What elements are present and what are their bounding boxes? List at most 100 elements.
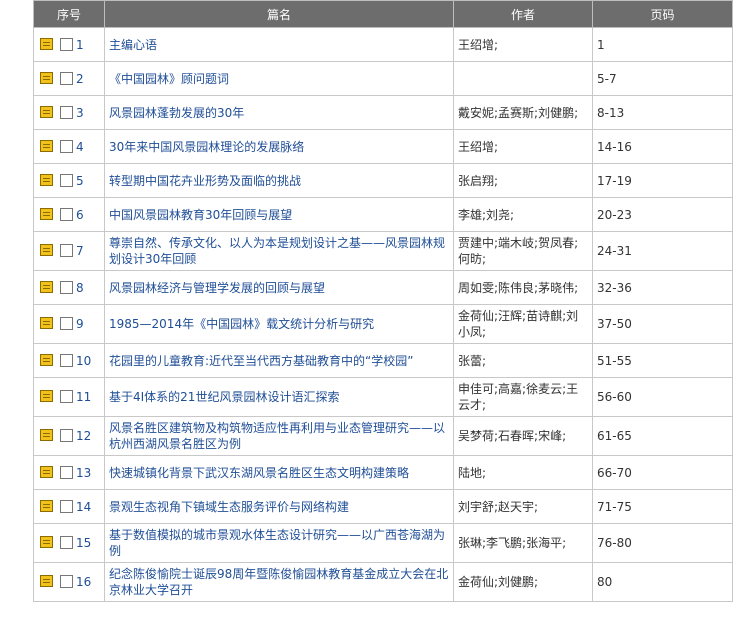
document-icon[interactable]	[40, 536, 53, 548]
table-row: 4 30年来中国风景园林理论的发展脉络 王绍增; 14-16	[33, 129, 733, 164]
row-select-checkbox[interactable]	[60, 536, 73, 549]
row-index: 12	[76, 429, 92, 443]
row-select-checkbox[interactable]	[60, 207, 73, 221]
table-row: 10 花园里的儿童教育:近代至当代西方基础教育中的“学校园” 张蕾; 51-55	[33, 343, 733, 378]
article-title-link[interactable]: 主编心语	[104, 27, 454, 62]
page-range-cell: 76-80	[592, 523, 733, 563]
index-cell: 3	[33, 95, 105, 130]
document-icon[interactable]	[40, 105, 53, 118]
article-title-link[interactable]: 风景名胜区建筑物及构筑物适应性再利用与业态管理研究——以杭州西湖风景名胜区为例	[104, 416, 454, 456]
row-index: 15	[76, 536, 92, 550]
page-range-cell: 37-50	[592, 304, 733, 344]
document-icon[interactable]	[40, 173, 53, 186]
row-index: 6	[76, 207, 84, 222]
article-title-link[interactable]: 尊崇自然、传承文化、以人为本是规划设计之基——风景园林规划设计30年回顾	[104, 231, 454, 271]
article-title-link[interactable]: 风景园林经济与管理学发展的回顾与展望	[104, 270, 454, 305]
author-cell: 吴梦荷;石春晖;宋峰;	[453, 416, 593, 456]
document-icon[interactable]	[40, 353, 53, 366]
row-select-checkbox[interactable]	[60, 71, 73, 85]
document-icon[interactable]	[40, 71, 53, 84]
index-cell: 11	[33, 377, 105, 417]
index-cell: 6	[33, 197, 105, 232]
row-index: 3	[76, 105, 84, 120]
document-icon[interactable]	[40, 465, 53, 478]
row-index: 14	[76, 499, 92, 514]
document-icon[interactable]	[40, 280, 53, 293]
article-title-link[interactable]: 快速城镇化背景下武汉东湖风景名胜区生态文明构建策略	[104, 455, 454, 490]
document-icon[interactable]	[40, 37, 53, 50]
row-select-checkbox[interactable]	[60, 244, 73, 257]
row-index: 1	[76, 37, 84, 52]
table-body: 1 主编心语 王绍增; 1 2 《中国园林》顾问题词 5-7 3 风景园林蓬勃发展的30年 戴安妮…	[33, 27, 733, 602]
row-select-checkbox[interactable]	[60, 353, 73, 367]
row-select-checkbox[interactable]	[60, 139, 73, 153]
row-index: 5	[76, 173, 84, 188]
author-cell: 金荷仙;汪辉;苗诗麒;刘小凤;	[453, 304, 593, 344]
row-select-checkbox[interactable]	[60, 37, 73, 51]
row-select-checkbox[interactable]	[60, 317, 73, 330]
page-range-cell: 80	[592, 562, 733, 602]
table-row: 13 快速城镇化背景下武汉东湖风景名胜区生态文明构建策略 陆地; 66-70	[33, 455, 733, 490]
article-title-link[interactable]: 基于数值模拟的城市景观水体生态设计研究——以广西苍海湖为例	[104, 523, 454, 563]
article-title-link[interactable]: 风景园林蓬勃发展的30年	[104, 95, 454, 130]
article-title-link[interactable]: 景观生态视角下镇域生态服务评价与网络构建	[104, 489, 454, 524]
table-row: 1 主编心语 王绍增; 1	[33, 27, 733, 62]
index-cell: 9	[33, 304, 105, 344]
article-title-link[interactable]: 基于4I体系的21世纪风景园林设计语汇探索	[104, 377, 454, 417]
page-range-cell: 1	[592, 27, 733, 62]
author-cell: 张琳;李飞鹏;张海平;	[453, 523, 593, 563]
document-icon[interactable]	[40, 429, 53, 441]
page-range-cell: 5-7	[592, 61, 733, 96]
document-icon[interactable]	[40, 139, 53, 152]
author-cell: 贾建中;端木岐;贺凤春;何昉;	[453, 231, 593, 271]
article-title-link[interactable]: 中国风景园林教育30年回顾与展望	[104, 197, 454, 232]
table-row: 8 风景园林经济与管理学发展的回顾与展望 周如雯;陈伟良;茅晓伟; 32-36	[33, 270, 733, 305]
row-index: 7	[76, 244, 84, 258]
page-range-cell: 51-55	[592, 343, 733, 378]
table-row: 9 1985—2014年《中国园林》载文统计分析与研究 金荷仙;汪辉;苗诗麒;刘小凤…	[33, 304, 733, 344]
page-range-cell: 24-31	[592, 231, 733, 271]
document-icon[interactable]	[40, 390, 53, 402]
article-title-link[interactable]: 1985—2014年《中国园林》载文统计分析与研究	[104, 304, 454, 344]
page-range-cell: 8-13	[592, 95, 733, 130]
row-select-checkbox[interactable]	[60, 390, 73, 403]
author-cell: 刘宇舒;赵天宇;	[453, 489, 593, 524]
index-cell: 10	[33, 343, 105, 378]
author-cell: 李雄;刘尧;	[453, 197, 593, 232]
document-icon[interactable]	[40, 575, 53, 587]
document-icon[interactable]	[40, 244, 53, 256]
index-cell: 15	[33, 523, 105, 563]
author-cell	[453, 61, 593, 96]
article-title-link[interactable]: 《中国园林》顾问题词	[104, 61, 454, 96]
article-title-link[interactable]: 纪念陈俊愉院士诞辰98周年暨陈俊愉园林教育基金成立大会在北京林业大学召开	[104, 562, 454, 602]
row-select-checkbox[interactable]	[60, 280, 73, 294]
article-title-link[interactable]: 花园里的儿童教育:近代至当代西方基础教育中的“学校园”	[104, 343, 454, 378]
document-icon[interactable]	[40, 499, 53, 512]
index-cell: 13	[33, 455, 105, 490]
row-select-checkbox[interactable]	[60, 575, 73, 588]
row-index: 8	[76, 280, 84, 295]
table-row: 5 转型期中国花卉业形势及面临的挑战 张启翔; 17-19	[33, 163, 733, 198]
index-cell: 2	[33, 61, 105, 96]
table-row: 6 中国风景园林教育30年回顾与展望 李雄;刘尧; 20-23	[33, 197, 733, 232]
article-title-link[interactable]: 30年来中国风景园林理论的发展脉络	[104, 129, 454, 164]
row-select-checkbox[interactable]	[60, 429, 73, 442]
table-row: 3 风景园林蓬勃发展的30年 戴安妮;孟赛斯;刘健鹏; 8-13	[33, 95, 733, 130]
page-range-cell: 32-36	[592, 270, 733, 305]
table-header: 序号 篇名 作者 页码	[33, 0, 733, 28]
index-cell: 1	[33, 27, 105, 62]
document-icon[interactable]	[40, 317, 53, 329]
article-list: 序号 篇名 作者 页码 1 主编心语 王绍增; 1 2 《中国园林》顾问题词 5-7 3 风景园…	[33, 0, 733, 602]
row-select-checkbox[interactable]	[60, 465, 73, 479]
index-cell: 7	[33, 231, 105, 271]
article-title-link[interactable]: 转型期中国花卉业形势及面临的挑战	[104, 163, 454, 198]
document-icon[interactable]	[40, 207, 53, 220]
author-cell: 王绍增;	[453, 27, 593, 62]
row-select-checkbox[interactable]	[60, 105, 73, 119]
author-cell: 周如雯;陈伟良;茅晓伟;	[453, 270, 593, 305]
row-select-checkbox[interactable]	[60, 499, 73, 513]
table-row: 15 基于数值模拟的城市景观水体生态设计研究——以广西苍海湖为例 张琳;李飞鹏;张海…	[33, 523, 733, 563]
row-index: 10	[76, 353, 92, 368]
toc-table: 序号 篇名 作者 页码 1 主编心语 王绍增; 1 2 《中国园林》顾问题词 5-7 3 风景园…	[33, 0, 733, 602]
row-select-checkbox[interactable]	[60, 173, 73, 187]
